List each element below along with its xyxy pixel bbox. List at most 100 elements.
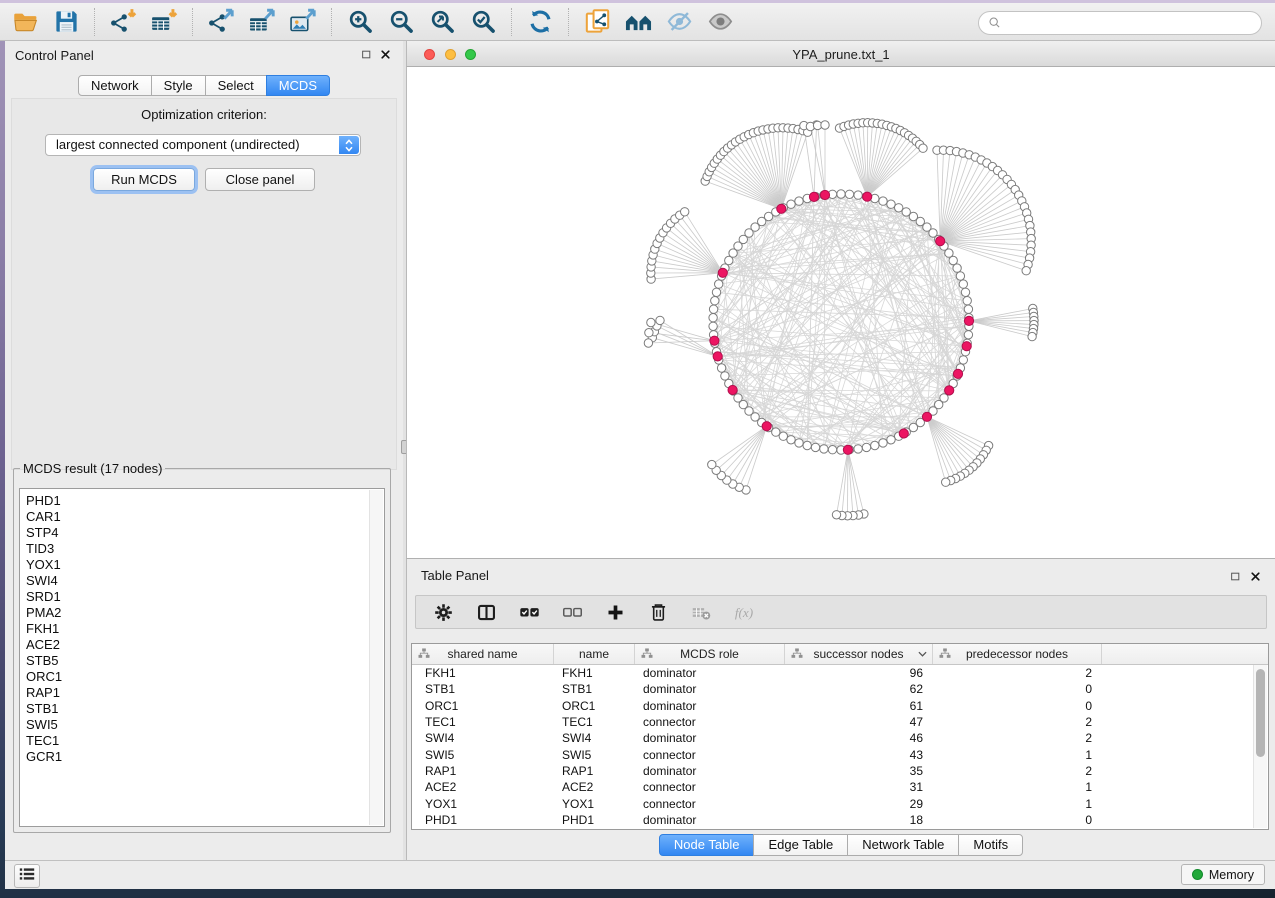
cell-MCDS-role[interactable]: connector bbox=[635, 715, 785, 729]
cell-successor-nodes[interactable]: 29 bbox=[785, 797, 933, 811]
cell-successor-nodes[interactable]: 61 bbox=[785, 699, 933, 713]
cell-MCDS-role[interactable]: dominator bbox=[635, 666, 785, 680]
result-list-item[interactable]: STB5 bbox=[26, 653, 384, 669]
tab-motifs[interactable]: Motifs bbox=[958, 834, 1023, 856]
cell-successor-nodes[interactable]: 47 bbox=[785, 715, 933, 729]
cell-shared-name[interactable]: RAP1 bbox=[412, 764, 554, 778]
table-row[interactable]: RAP1RAP1dominator352 bbox=[412, 763, 1268, 779]
cell-predecessor-nodes[interactable]: 2 bbox=[933, 666, 1102, 680]
deselect-all-button[interactable] bbox=[561, 601, 583, 623]
cell-name[interactable]: FKH1 bbox=[554, 666, 635, 680]
column-header-MCDS-role[interactable]: MCDS role bbox=[635, 644, 785, 664]
tab-network[interactable]: Network bbox=[78, 75, 152, 96]
cell-successor-nodes[interactable]: 31 bbox=[785, 780, 933, 794]
close-table-panel-icon[interactable] bbox=[1250, 569, 1261, 587]
zoom-selected-button[interactable] bbox=[468, 7, 498, 37]
cell-predecessor-nodes[interactable]: 2 bbox=[933, 764, 1102, 778]
zoom-in-button[interactable] bbox=[345, 7, 375, 37]
result-list-item[interactable]: PHD1 bbox=[26, 493, 384, 509]
cell-MCDS-role[interactable]: dominator bbox=[635, 682, 785, 696]
cell-predecessor-nodes[interactable]: 2 bbox=[933, 715, 1102, 729]
cell-name[interactable]: STB1 bbox=[554, 682, 635, 696]
cell-successor-nodes[interactable]: 46 bbox=[785, 731, 933, 745]
result-list-item[interactable]: ORC1 bbox=[26, 669, 384, 685]
table-scrollbar-thumb[interactable] bbox=[1256, 669, 1265, 757]
cell-MCDS-role[interactable]: connector bbox=[635, 780, 785, 794]
table-row[interactable]: SWI5SWI5connector431 bbox=[412, 746, 1268, 762]
cell-predecessor-nodes[interactable]: 1 bbox=[933, 780, 1102, 794]
mcds-result-list[interactable]: PHD1CAR1STP4TID3YOX1SWI4SRD1PMA2FKH1ACE2… bbox=[19, 488, 385, 827]
tab-network-table[interactable]: Network Table bbox=[847, 834, 959, 856]
first-neighbors-button[interactable] bbox=[623, 7, 653, 37]
table-row[interactable]: ACE2ACE2connector311 bbox=[412, 779, 1268, 795]
result-list-scrollbar[interactable] bbox=[369, 490, 383, 825]
table-row[interactable]: PHD1PHD1dominator180 bbox=[412, 812, 1268, 828]
cell-predecessor-nodes[interactable]: 1 bbox=[933, 797, 1102, 811]
result-list-item[interactable]: SRD1 bbox=[26, 589, 384, 605]
apply-preferred-layout-button[interactable] bbox=[525, 7, 555, 37]
column-header-name[interactable]: name bbox=[554, 644, 635, 664]
export-network-button[interactable] bbox=[206, 7, 236, 37]
cell-predecessor-nodes[interactable]: 2 bbox=[933, 731, 1102, 745]
import-network-button[interactable] bbox=[108, 7, 138, 37]
cell-shared-name[interactable]: STB1 bbox=[412, 682, 554, 696]
cell-shared-name[interactable]: YOX1 bbox=[412, 797, 554, 811]
memory-button[interactable]: Memory bbox=[1181, 864, 1265, 885]
result-list-item[interactable]: SWI5 bbox=[26, 717, 384, 733]
result-list-item[interactable]: TID3 bbox=[26, 541, 384, 557]
cell-predecessor-nodes[interactable]: 0 bbox=[933, 682, 1102, 696]
float-panel-icon[interactable] bbox=[361, 49, 372, 60]
run-mcds-button[interactable]: Run MCDS bbox=[93, 168, 195, 191]
cell-successor-nodes[interactable]: 96 bbox=[785, 666, 933, 680]
table-row[interactable]: YOX1YOX1connector291 bbox=[412, 795, 1268, 811]
cell-MCDS-role[interactable]: dominator bbox=[635, 813, 785, 827]
cell-name[interactable]: ORC1 bbox=[554, 699, 635, 713]
cell-predecessor-nodes[interactable]: 0 bbox=[933, 699, 1102, 713]
table-row[interactable]: FKH1FKH1dominator962 bbox=[412, 665, 1268, 681]
cell-shared-name[interactable]: SWI4 bbox=[412, 731, 554, 745]
cell-predecessor-nodes[interactable]: 0 bbox=[933, 813, 1102, 827]
tab-mcds[interactable]: MCDS bbox=[266, 75, 330, 96]
cell-MCDS-role[interactable]: connector bbox=[635, 748, 785, 762]
save-session-button[interactable] bbox=[51, 7, 81, 37]
zoom-fit-button[interactable] bbox=[427, 7, 457, 37]
network-canvas[interactable] bbox=[406, 67, 1275, 558]
export-image-button[interactable] bbox=[288, 7, 318, 37]
tab-node-table[interactable]: Node Table bbox=[659, 834, 755, 856]
column-header-predecessor-nodes[interactable]: predecessor nodes bbox=[933, 644, 1102, 664]
result-list-item[interactable]: RAP1 bbox=[26, 685, 384, 701]
close-panel-icon[interactable] bbox=[380, 49, 391, 60]
cell-MCDS-role[interactable]: dominator bbox=[635, 764, 785, 778]
export-table-button[interactable] bbox=[247, 7, 277, 37]
result-list-item[interactable]: FKH1 bbox=[26, 621, 384, 637]
cell-shared-name[interactable]: SWI5 bbox=[412, 748, 554, 762]
tab-edge-table[interactable]: Edge Table bbox=[753, 834, 848, 856]
cell-name[interactable]: SWI5 bbox=[554, 748, 635, 762]
cell-name[interactable]: YOX1 bbox=[554, 797, 635, 811]
cell-shared-name[interactable]: ORC1 bbox=[412, 699, 554, 713]
tab-select[interactable]: Select bbox=[205, 75, 267, 96]
cell-shared-name[interactable]: ACE2 bbox=[412, 780, 554, 794]
table-row[interactable]: ORC1ORC1dominator610 bbox=[412, 698, 1268, 714]
table-row[interactable]: SWI4SWI4dominator462 bbox=[412, 730, 1268, 746]
result-list-item[interactable]: SWI4 bbox=[26, 573, 384, 589]
float-table-panel-icon[interactable] bbox=[1230, 569, 1241, 587]
table-scrollbar[interactable] bbox=[1253, 665, 1267, 828]
cell-name[interactable]: PHD1 bbox=[554, 813, 635, 827]
cell-successor-nodes[interactable]: 62 bbox=[785, 682, 933, 696]
cell-name[interactable]: TEC1 bbox=[554, 715, 635, 729]
show-all-button[interactable] bbox=[705, 7, 735, 37]
import-table-button[interactable] bbox=[149, 7, 179, 37]
table-row[interactable]: TEC1TEC1connector472 bbox=[412, 714, 1268, 730]
result-list-item[interactable]: STP4 bbox=[26, 525, 384, 541]
result-list-item[interactable]: TEC1 bbox=[26, 733, 384, 749]
cell-MCDS-role[interactable]: dominator bbox=[635, 699, 785, 713]
delete-entry-button[interactable] bbox=[647, 601, 669, 623]
cell-successor-nodes[interactable]: 35 bbox=[785, 764, 933, 778]
hide-selected-button[interactable] bbox=[664, 7, 694, 37]
cell-name[interactable]: SWI4 bbox=[554, 731, 635, 745]
column-header-successor-nodes[interactable]: successor nodes bbox=[785, 644, 933, 664]
search-input[interactable] bbox=[1007, 13, 1261, 33]
column-visibility-button[interactable] bbox=[475, 601, 497, 623]
cell-successor-nodes[interactable]: 18 bbox=[785, 813, 933, 827]
